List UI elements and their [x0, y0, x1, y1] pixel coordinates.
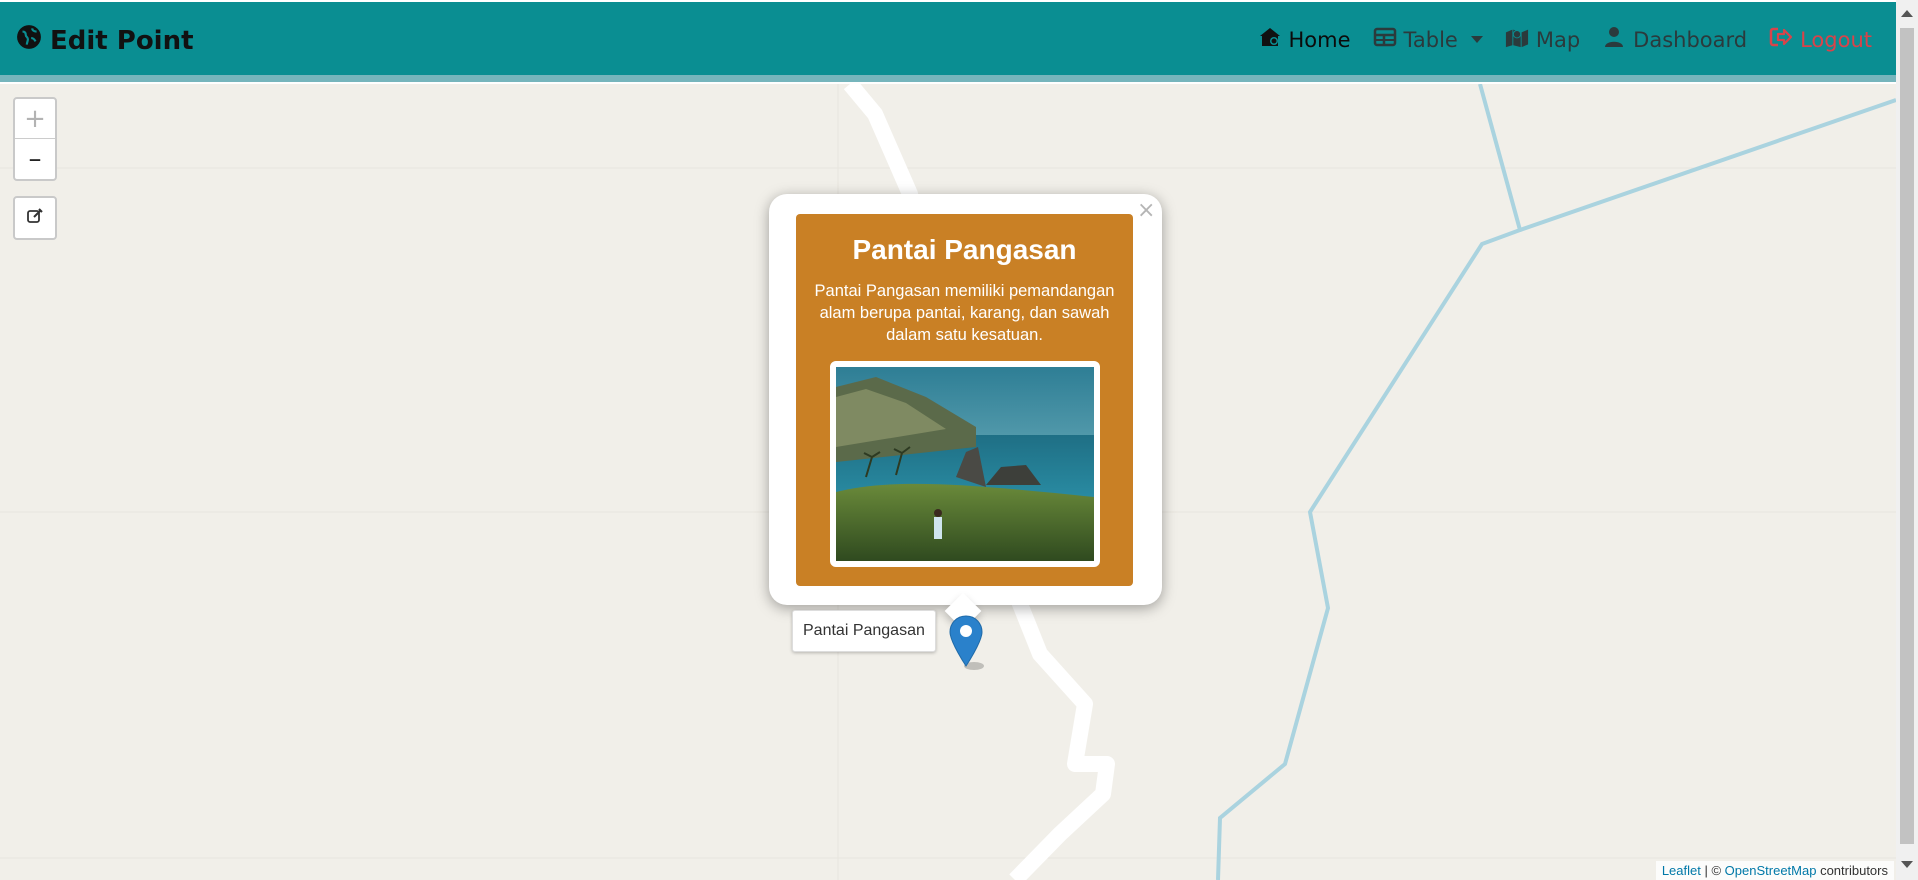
- nav-dashboard[interactable]: Dashboard: [1602, 26, 1747, 53]
- top-navbar: Edit Point Home Table Map Dashboard Logo…: [0, 2, 1896, 82]
- popup-title: Pantai Pangasan: [852, 234, 1077, 265]
- chevron-down-icon: [1470, 36, 1483, 43]
- zoom-out-button[interactable]: –: [15, 139, 55, 179]
- nav-home[interactable]: Home: [1258, 26, 1351, 53]
- attribution-separator: | ©: [1700, 863, 1725, 878]
- attribution-suffix: contributors: [1816, 863, 1888, 878]
- scrollbar-thumb[interactable]: [1900, 28, 1914, 844]
- popup-card: Pantai Pangasan Pantai Pangasan memiliki…: [796, 214, 1133, 586]
- zoom-control: + –: [13, 97, 57, 181]
- page-scrollbar[interactable]: [1896, 0, 1918, 880]
- popup-close-button[interactable]: ×: [1137, 198, 1155, 223]
- location-photo: [830, 361, 1100, 567]
- nav-home-label: Home: [1288, 27, 1351, 52]
- edit-layers-button[interactable]: [13, 196, 57, 240]
- edit-icon: [26, 207, 44, 230]
- table-icon: [1373, 26, 1397, 53]
- home-icon: [1258, 26, 1282, 53]
- popup-description: Pantai Pangasan memiliki pemandangan ala…: [814, 282, 1115, 344]
- map-attribution: Leaflet | © OpenStreetMap contributors: [1655, 861, 1894, 880]
- scroll-down-icon[interactable]: [1901, 861, 1913, 868]
- nav-map-label: Map: [1535, 27, 1581, 52]
- zoom-in-button[interactable]: +: [15, 99, 55, 139]
- leaflet-link[interactable]: Leaflet: [1662, 863, 1701, 878]
- scroll-up-icon[interactable]: [1901, 10, 1913, 17]
- globe-icon: [16, 24, 42, 57]
- nav-logout-label: Logout: [1800, 27, 1872, 52]
- osm-link[interactable]: OpenStreetMap: [1725, 863, 1817, 878]
- nav-table-label: Table: [1403, 27, 1458, 52]
- nav-map[interactable]: Map: [1505, 26, 1580, 53]
- marker-tooltip: Pantai Pangasan: [792, 610, 936, 652]
- beach-photo-illustration: [836, 367, 1094, 561]
- logout-icon: [1769, 26, 1793, 53]
- brand-title: Edit Point: [50, 25, 194, 56]
- nav-dashboard-label: Dashboard: [1633, 27, 1748, 52]
- nav-table-dropdown[interactable]: Table: [1373, 26, 1483, 53]
- map-icon: [1505, 26, 1529, 53]
- brand[interactable]: Edit Point: [16, 24, 194, 57]
- map-marker[interactable]: [948, 614, 984, 670]
- map-pin-icon: [949, 615, 984, 670]
- nav-menu: Home Table Map Dashboard Logout: [1258, 26, 1872, 53]
- nav-logout[interactable]: Logout: [1769, 26, 1872, 53]
- user-icon: [1602, 26, 1626, 53]
